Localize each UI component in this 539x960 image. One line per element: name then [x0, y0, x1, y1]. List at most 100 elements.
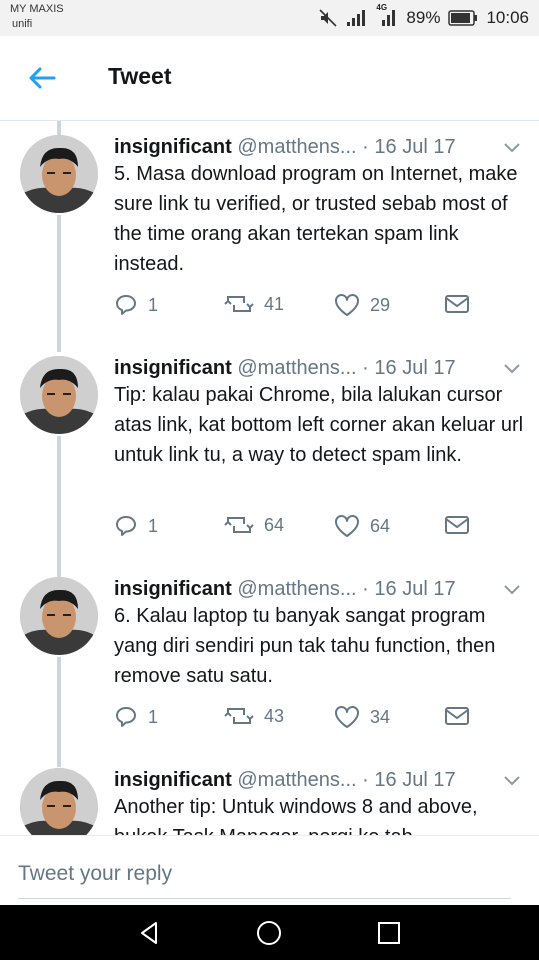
- battery-percent: 89%: [406, 8, 441, 27]
- retweet-count: 64: [264, 514, 285, 535]
- like-button[interactable]: 34: [334, 705, 390, 729]
- tweet-thread[interactable]: insignificant @matthens... · 16 Jul 17 5…: [0, 121, 539, 835]
- tweet-date[interactable]: 16 Jul 17: [374, 357, 455, 379]
- tweet-text: 6. Kalau laptop tu banyak sangat program…: [114, 605, 496, 687]
- like-button[interactable]: 29: [334, 293, 390, 317]
- reply-button[interactable]: 1: [114, 705, 158, 729]
- nav-recents-icon: [378, 922, 400, 944]
- direct-message-button[interactable]: [444, 514, 470, 536]
- meta-separator: ·: [362, 578, 369, 600]
- back-arrow-icon: [29, 67, 56, 89]
- chevron-down-icon: [504, 776, 520, 786]
- retweet-button[interactable]: 43: [224, 705, 284, 727]
- reply-icon: [116, 516, 136, 536]
- signal-4g-icon: 4G: [376, 3, 398, 27]
- display-name[interactable]: insignificant: [114, 357, 232, 379]
- page-title: Tweet: [108, 63, 172, 89]
- dm-icon: [445, 295, 469, 313]
- display-name[interactable]: insignificant: [114, 136, 232, 158]
- reply-composer[interactable]: Tweet your reply: [0, 835, 539, 906]
- user-handle[interactable]: @matthens...: [237, 769, 356, 791]
- retweet-icon: [224, 708, 254, 724]
- tweet-text: Tip: kalau pakai Chrome, bila lalukan cu…: [114, 384, 524, 466]
- meta-separator: ·: [362, 769, 369, 791]
- user-handle[interactable]: @matthens...: [237, 136, 356, 158]
- signal-4g-label: 4G: [376, 3, 388, 12]
- app-header: Tweet: [0, 36, 539, 121]
- nav-back-icon: [141, 922, 157, 944]
- avatar-image: [20, 135, 98, 213]
- user-handle[interactable]: @matthens...: [237, 357, 356, 379]
- display-name[interactable]: insignificant: [114, 769, 232, 791]
- system-nav-bar: [0, 905, 539, 960]
- avatar-image: [20, 577, 98, 655]
- avatar[interactable]: [20, 577, 98, 655]
- back-button[interactable]: [26, 62, 58, 94]
- tweet-actions: 1 41 29: [114, 293, 524, 321]
- chevron-down-icon: [504, 585, 520, 595]
- tweet-menu-button[interactable]: [502, 583, 522, 599]
- tweet-menu-button[interactable]: [502, 774, 522, 790]
- signal-icon: [346, 9, 368, 27]
- dm-icon: [445, 516, 469, 534]
- user-handle[interactable]: @matthens...: [237, 578, 356, 600]
- retweet-button[interactable]: 64: [224, 514, 284, 536]
- reply-icon: [116, 295, 136, 315]
- tweet-actions: 1 43 34: [114, 705, 524, 733]
- network-name: unifi: [12, 18, 33, 30]
- reply-count: 1: [148, 706, 159, 727]
- avatar-image: [20, 356, 98, 434]
- status-bar: MY MAXIS unifi 4G 89% 10:06: [0, 0, 539, 36]
- avatar-image: [20, 768, 98, 835]
- thread-line: [57, 657, 61, 767]
- nav-recents-button[interactable]: [375, 919, 403, 947]
- clock: 10:06: [486, 8, 529, 27]
- retweet-icon: [224, 517, 254, 533]
- avatar[interactable]: [20, 356, 98, 434]
- retweet-icon: [224, 296, 254, 312]
- nav-home-icon: [257, 921, 281, 945]
- reply-count: 1: [148, 515, 159, 536]
- reply-button[interactable]: 1: [114, 514, 158, 538]
- like-count: 29: [370, 294, 391, 315]
- reply-input[interactable]: Tweet your reply: [18, 862, 172, 886]
- like-count: 34: [370, 706, 391, 727]
- tweet-text: 5. Masa download program on Internet, ma…: [114, 163, 518, 275]
- tweet-date[interactable]: 16 Jul 17: [374, 769, 455, 791]
- thread-line: [57, 436, 61, 577]
- reply-icon: [116, 707, 136, 727]
- tweet-text: Another tip: Untuk windows 8 and above, …: [114, 796, 478, 835]
- reply-count: 1: [148, 294, 159, 315]
- carrier-name: MY MAXIS: [10, 3, 64, 15]
- chevron-down-icon: [504, 364, 520, 374]
- reply-button[interactable]: 1: [114, 293, 158, 317]
- nav-back-button[interactable]: [136, 919, 164, 947]
- avatar[interactable]: [20, 768, 98, 835]
- tweet-menu-button[interactable]: [502, 141, 522, 157]
- tweet-menu-button[interactable]: [502, 362, 522, 378]
- meta-separator: ·: [362, 357, 369, 379]
- like-button[interactable]: 64: [334, 514, 390, 538]
- dm-icon: [445, 707, 469, 725]
- chevron-down-icon: [504, 143, 520, 153]
- tweet-date[interactable]: 16 Jul 17: [374, 578, 455, 600]
- nav-home-button[interactable]: [255, 919, 283, 947]
- tweet-actions: 1 64 64: [114, 514, 524, 542]
- thread-line: [57, 215, 61, 352]
- retweet-count: 43: [264, 705, 285, 726]
- like-icon: [335, 515, 359, 537]
- retweet-button[interactable]: 41: [224, 293, 284, 315]
- reply-underline: [18, 898, 511, 899]
- tweet-date[interactable]: 16 Jul 17: [374, 136, 455, 158]
- thread-line: [57, 121, 61, 135]
- like-icon: [335, 294, 359, 316]
- display-name[interactable]: insignificant: [114, 578, 232, 600]
- direct-message-button[interactable]: [444, 293, 470, 315]
- direct-message-button[interactable]: [444, 705, 470, 727]
- like-count: 64: [370, 515, 391, 536]
- avatar[interactable]: [20, 135, 98, 213]
- meta-separator: ·: [362, 136, 369, 158]
- like-icon: [335, 706, 359, 728]
- battery-icon: [448, 10, 478, 26]
- retweet-count: 41: [264, 293, 285, 314]
